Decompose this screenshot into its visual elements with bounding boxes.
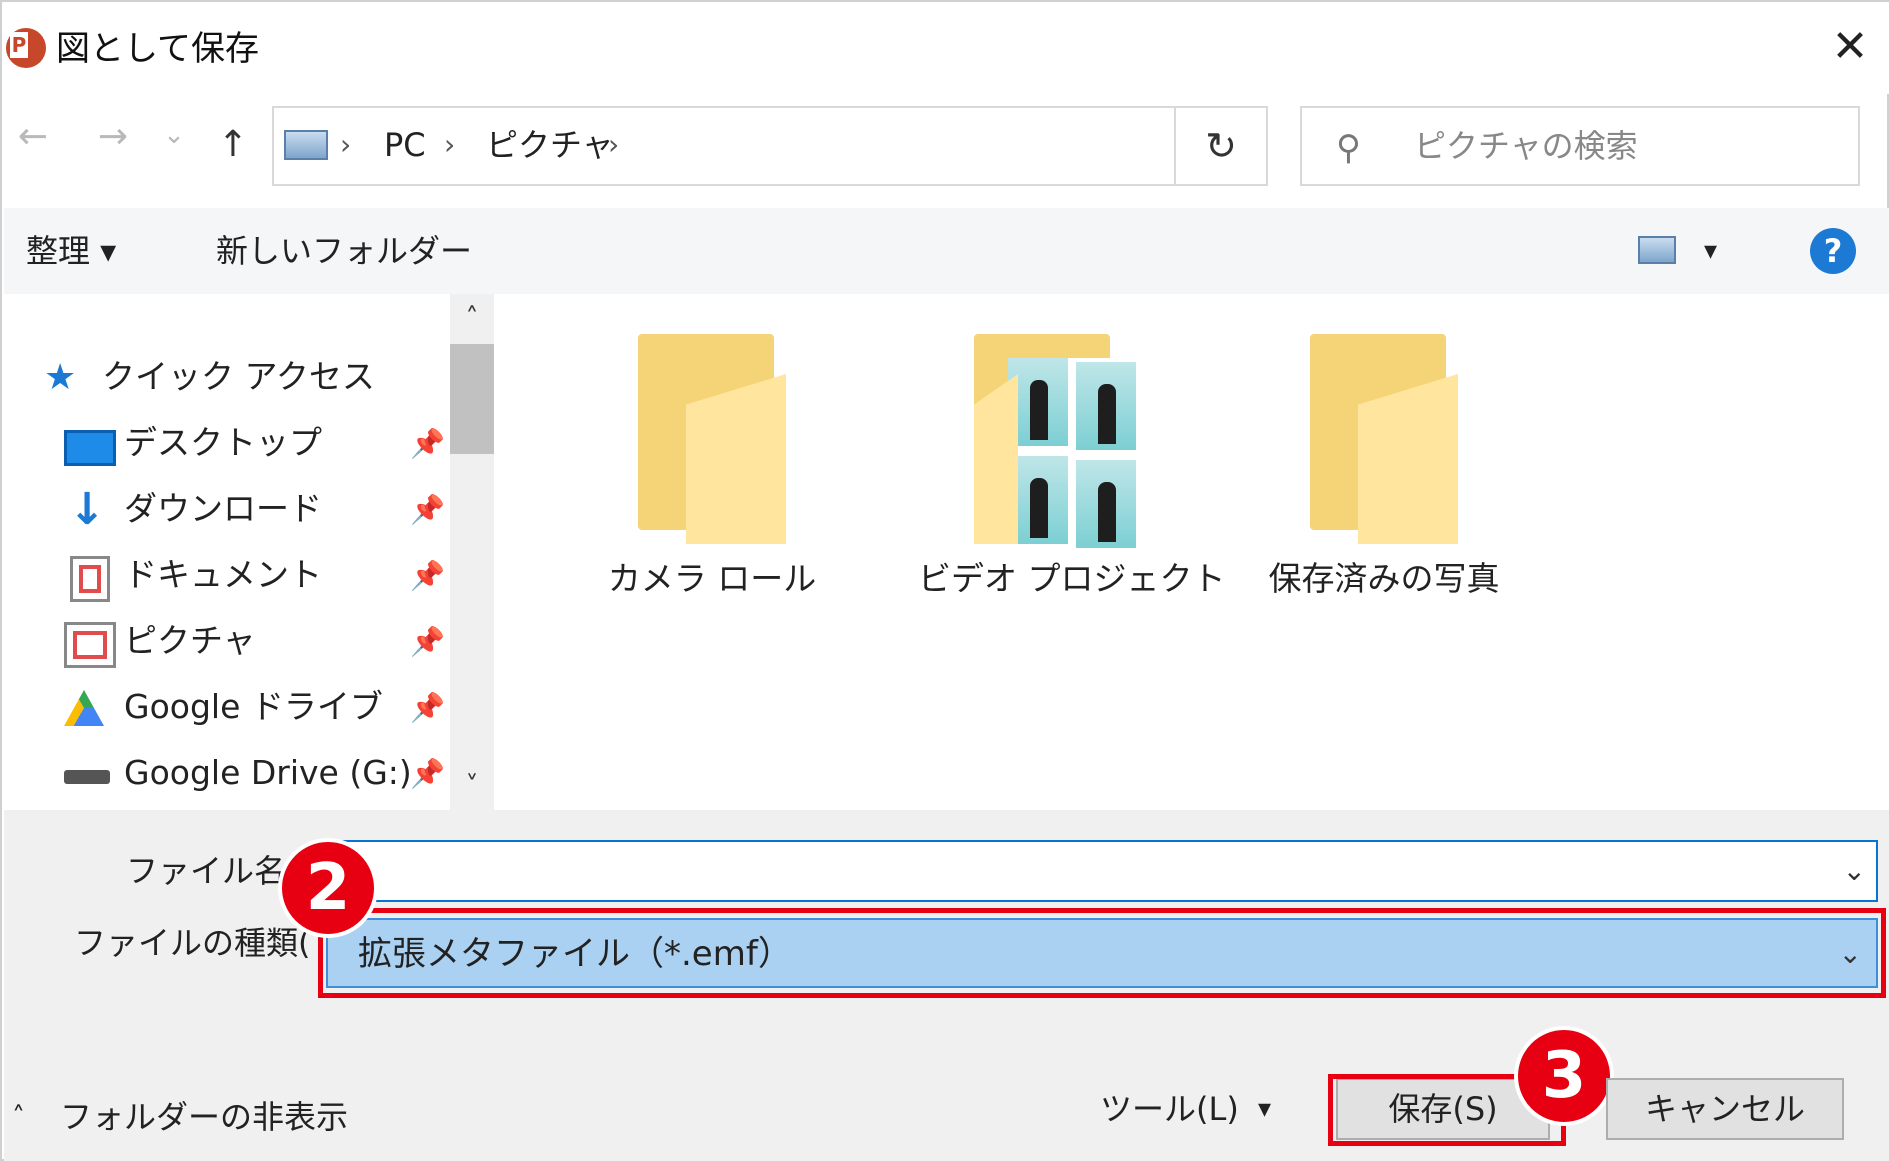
- sidebar-item-pictures[interactable]: ピクチャ 📌: [4, 612, 454, 672]
- filename-input[interactable]: ⌄: [318, 840, 1878, 902]
- save-as-picture-dialog: 図として保存 ✕ ← → ⌄ ↑ › PC › ピクチャ › ⌄ ↻ ⚲ ピクチ…: [0, 0, 1889, 1161]
- filename-dropdown-icon[interactable]: ⌄: [1843, 848, 1866, 894]
- up-arrow-icon[interactable]: ↑: [208, 120, 258, 170]
- address-bar[interactable]: › PC › ピクチャ › ⌄: [272, 106, 1409, 186]
- tools-dropdown-icon[interactable]: ▾: [1258, 1086, 1271, 1132]
- file-list: カメラ ロール ビデオ プロジェクト 保存済みの写真: [502, 294, 1889, 810]
- sidebar-item-documents[interactable]: ドキュメント 📌: [4, 546, 454, 606]
- sidebar-item-quick-access[interactable]: ★ クイック アクセス: [4, 348, 454, 408]
- refresh-button[interactable]: ↻: [1174, 106, 1268, 186]
- pin-icon[interactable]: 📌: [410, 490, 445, 530]
- folder-label: カメラ ロール: [607, 559, 817, 598]
- breadcrumb-pictures[interactable]: ピクチャ: [486, 122, 614, 168]
- hide-folders-chevron-icon[interactable]: ˄: [12, 1094, 25, 1140]
- pictures-icon: [64, 622, 116, 668]
- command-bar: 整理 ▾ 新しいフォルダー ▾ ?: [4, 208, 1889, 294]
- pin-icon[interactable]: 📌: [410, 622, 445, 662]
- documents-icon: [70, 556, 110, 602]
- view-dropdown-icon[interactable]: ▾: [1704, 228, 1717, 274]
- folder-camera-roll[interactable]: カメラ ロール: [582, 294, 842, 624]
- tools-menu[interactable]: ツール(L): [1100, 1086, 1239, 1132]
- folder-icon: [638, 334, 788, 544]
- breadcrumb-pc[interactable]: PC: [384, 122, 426, 168]
- view-options-icon[interactable]: [1638, 236, 1676, 264]
- breadcrumb-separator: ›: [340, 128, 352, 161]
- sidebar-item-google-drive[interactable]: Google ドライブ 📌: [4, 678, 454, 738]
- sidebar-item-label: ピクチャ: [124, 621, 256, 660]
- folder-label: 保存済みの写真: [1268, 559, 1500, 598]
- pin-icon[interactable]: 📌: [410, 688, 445, 728]
- search-placeholder: ピクチャの検索: [1414, 127, 1638, 165]
- download-icon: ↓: [68, 484, 106, 535]
- drive-icon: [64, 770, 110, 784]
- sidebar-item-label: ドキュメント: [124, 555, 322, 594]
- sidebar-item-label: Google Drive (G:): [124, 753, 412, 792]
- pin-icon[interactable]: 📌: [410, 754, 445, 794]
- cancel-button[interactable]: キャンセル: [1606, 1078, 1844, 1140]
- forward-arrow-icon[interactable]: →: [88, 112, 138, 162]
- step3-badge: 3: [1514, 1026, 1614, 1126]
- pictures-location-icon: [284, 130, 328, 160]
- powerpoint-icon: [6, 28, 46, 68]
- recent-locations-icon[interactable]: ⌄: [156, 110, 192, 160]
- title-bar: 図として保存 ✕: [2, 2, 1889, 94]
- sidebar-item-desktop[interactable]: デスクトップ 📌: [4, 414, 454, 474]
- organize-menu[interactable]: 整理 ▾: [26, 228, 116, 274]
- navigation-pane: ★ クイック アクセス デスクトップ 📌 ↓ ダウンロード 📌 ドキュメント 📌…: [4, 294, 500, 810]
- step2-badge: 2: [278, 838, 378, 938]
- folder-with-photos-icon: [974, 334, 1138, 548]
- scrollbar-thumb[interactable]: [450, 344, 494, 454]
- sidebar-item-drive-g[interactable]: Google Drive (G:) 📌: [4, 744, 454, 804]
- help-icon[interactable]: ?: [1810, 228, 1856, 274]
- pin-icon[interactable]: 📌: [410, 556, 445, 596]
- pin-icon[interactable]: 📌: [410, 424, 445, 464]
- google-drive-icon: [64, 690, 104, 726]
- navigation-scrollbar[interactable]: ˄ ˅: [450, 294, 494, 810]
- folder-icon: [1310, 334, 1460, 544]
- sidebar-item-label: クイック アクセス: [102, 357, 375, 396]
- search-box[interactable]: ⚲ ピクチャの検索: [1300, 106, 1860, 186]
- sidebar-item-label: ダウンロード: [124, 489, 322, 528]
- folder-video-projects[interactable]: ビデオ プロジェクト: [918, 294, 1226, 624]
- folder-saved-pictures[interactable]: 保存済みの写真: [1254, 294, 1514, 624]
- breadcrumb-separator: ›: [608, 128, 620, 161]
- sidebar-item-label: Google ドライブ: [124, 687, 383, 726]
- dialog-title: 図として保存: [56, 29, 259, 69]
- desktop-icon: [64, 430, 116, 466]
- sidebar-item-label: デスクトップ: [124, 423, 322, 462]
- star-icon: ★: [44, 357, 77, 398]
- back-arrow-icon[interactable]: ←: [8, 112, 58, 162]
- scroll-down-icon[interactable]: ˅: [450, 764, 494, 808]
- hide-folders-button[interactable]: フォルダーの非表示: [60, 1094, 348, 1140]
- breadcrumb-separator: ›: [444, 128, 456, 161]
- scroll-up-icon[interactable]: ˄: [450, 296, 494, 340]
- step2-highlight-box: [318, 908, 1886, 998]
- sidebar-item-downloads[interactable]: ↓ ダウンロード 📌: [4, 480, 454, 540]
- close-button[interactable]: ✕: [1820, 24, 1880, 74]
- new-folder-button[interactable]: 新しいフォルダー: [216, 228, 472, 274]
- folder-label: ビデオ プロジェクト: [918, 559, 1226, 598]
- search-icon: ⚲: [1336, 128, 1361, 168]
